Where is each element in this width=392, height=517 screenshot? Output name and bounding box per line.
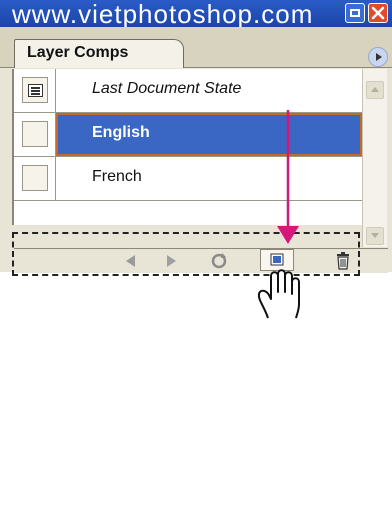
minimize-button[interactable] [345, 3, 365, 23]
tab-layer-comps[interactable]: Layer Comps [14, 39, 184, 68]
previous-icon [126, 255, 135, 267]
layer-comp-applied-icon [28, 84, 43, 97]
tab-label: Layer Comps [27, 44, 129, 61]
layer-comps-list: Last Document State English French [12, 69, 362, 225]
apply-cell[interactable] [14, 69, 56, 112]
title-bar: www.vietphotoshop.com [0, 0, 392, 29]
list-item-english[interactable]: English [14, 113, 362, 157]
list-item-last-document-state[interactable]: Last Document State [14, 69, 362, 113]
update-comp-button[interactable] [208, 251, 230, 271]
scroll-up-button[interactable] [366, 81, 384, 99]
tab-row: Layer Comps [0, 27, 392, 68]
new-layer-comp-button[interactable] [260, 249, 294, 271]
bottom-toolbar [14, 248, 388, 273]
layer-comps-panel: www.vietphotoshop.com Layer Comps Last D… [0, 0, 392, 273]
next-comp-button[interactable] [160, 251, 182, 271]
apply-comp-box[interactable] [22, 77, 48, 103]
previous-comp-button[interactable] [120, 251, 142, 271]
vertical-scrollbar[interactable] [362, 69, 387, 247]
close-button[interactable] [368, 3, 388, 23]
list-item-french[interactable]: French [14, 157, 362, 201]
delete-comp-button[interactable] [332, 251, 354, 271]
trash-icon [337, 252, 349, 270]
close-icon [371, 6, 385, 20]
update-icon [211, 253, 227, 269]
next-icon [167, 255, 176, 267]
apply-comp-box[interactable] [22, 165, 48, 191]
layer-comp-label: French [92, 168, 142, 185]
new-layer-comp-icon [270, 253, 284, 266]
layer-comp-label: Last Document State [92, 80, 242, 97]
window-title: www.vietphotoshop.com [12, 0, 314, 29]
apply-comp-box[interactable] [22, 121, 48, 147]
pointer-hand-icon [257, 269, 300, 319]
apply-cell[interactable] [14, 113, 56, 156]
scroll-down-button[interactable] [366, 227, 384, 245]
layer-comp-label: English [92, 124, 150, 141]
panel-menu-button[interactable] [368, 47, 388, 67]
apply-cell[interactable] [14, 157, 56, 200]
